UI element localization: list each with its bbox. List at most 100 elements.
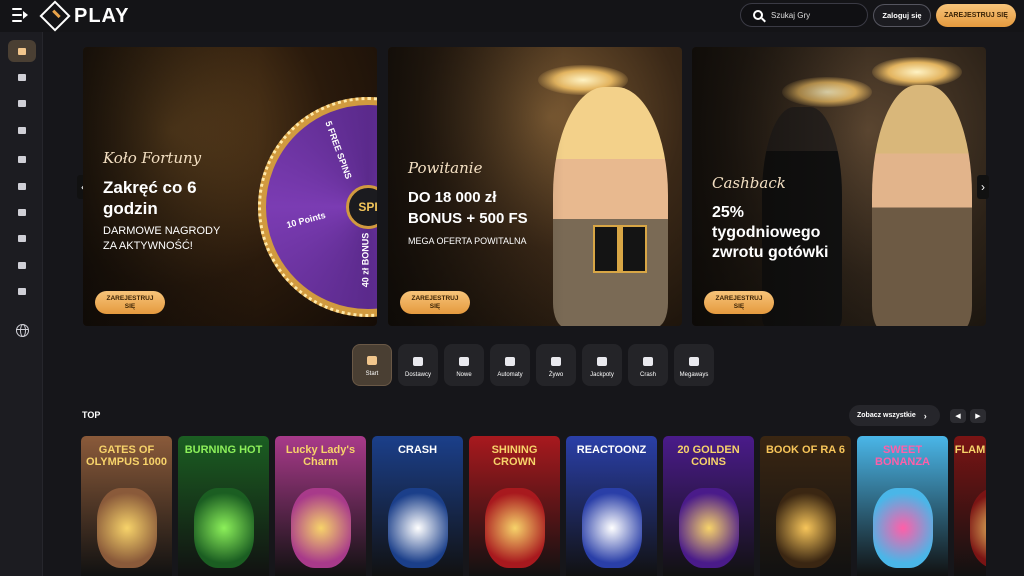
cta-line2: SIĘ xyxy=(124,303,136,310)
game-tile[interactable]: GATES OF OLYMPUS 1000 xyxy=(81,436,172,576)
game-title: GATES OF OLYMPUS 1000 xyxy=(86,444,167,468)
banner-headline-line2: BONUS + 500 FS xyxy=(408,210,528,227)
category-label: Jackpoty xyxy=(590,372,614,378)
sidebar xyxy=(0,32,43,576)
hostess-image xyxy=(553,87,668,326)
search-box[interactable] xyxy=(740,3,868,27)
cherries-icon xyxy=(505,357,515,366)
provider-icon xyxy=(413,357,423,366)
trophy-icon xyxy=(18,261,26,269)
game-artwork xyxy=(485,488,545,568)
game-tile[interactable]: BOOK OF RA 6 xyxy=(760,436,851,576)
chevron-right-icon: › xyxy=(923,410,927,421)
category-megaways[interactable]: Megaways xyxy=(674,344,714,386)
game-tile[interactable]: CRASH xyxy=(372,436,463,576)
top-header: PLAY Zaloguj się ZAREJESTRUJ SIĘ xyxy=(0,0,1024,32)
category-label: Żywo xyxy=(548,372,564,378)
cta-line1: ZAREJESTRUJ xyxy=(106,295,154,302)
carousel-prev-button[interactable]: ◀ xyxy=(950,409,966,423)
cta-line2: SIĘ xyxy=(733,303,745,310)
clover-icon xyxy=(597,357,607,366)
banner-register-button[interactable]: ZAREJESTRUJ SIĘ xyxy=(704,291,774,314)
gift-icon xyxy=(18,234,26,242)
category-label: Megaways xyxy=(679,372,709,378)
category-jackpots[interactable]: Jackpoty xyxy=(582,344,622,386)
sidebar-item-roulette[interactable] xyxy=(8,175,36,197)
game-title: Lucky Lady's Charm xyxy=(285,444,356,468)
rocket-icon xyxy=(18,73,26,81)
cards-icon xyxy=(551,357,561,366)
category-label: Start xyxy=(365,371,379,377)
banner-headline-line3: zwrotu gotówki xyxy=(712,244,829,261)
category-label: Dostawcy xyxy=(404,372,431,378)
dice-icon xyxy=(18,99,26,107)
sidebar-item-vip[interactable] xyxy=(8,201,36,223)
category-providers[interactable]: Dostawcy xyxy=(398,344,438,386)
search-icon xyxy=(753,10,763,20)
sidebar-item-wallet[interactable] xyxy=(8,280,36,302)
banner-headline-line2: tygodniowego xyxy=(712,224,821,241)
logo-mark-icon xyxy=(39,0,71,32)
category-slots[interactable]: Automaty xyxy=(490,344,530,386)
banner-next-button[interactable]: › xyxy=(977,175,989,199)
wallet-icon xyxy=(18,287,26,295)
category-label: Crash xyxy=(639,372,656,378)
game-artwork xyxy=(776,488,836,568)
banner-register-button[interactable]: ZAREJESTRUJ SIĘ xyxy=(400,291,470,314)
game-title: FLAM xyxy=(954,444,986,456)
register-button[interactable]: ZAREJESTRUJ SIĘ xyxy=(936,4,1016,27)
category-new[interactable]: Nowe xyxy=(444,344,484,386)
menu-toggle-icon[interactable] xyxy=(12,8,28,22)
sidebar-item-language[interactable] xyxy=(8,319,36,341)
category-crash[interactable]: Crash xyxy=(628,344,668,386)
slot-machine-icon xyxy=(18,155,26,163)
search-input[interactable] xyxy=(771,10,861,20)
banner-register-button[interactable]: ZAREJESTRUJ SIĘ xyxy=(95,291,165,314)
carousel-next-button[interactable]: ▶ xyxy=(970,409,986,423)
sidebar-item-home[interactable] xyxy=(8,40,36,62)
category-start[interactable]: Start xyxy=(352,344,392,386)
sidebar-item-rocket[interactable] xyxy=(8,66,36,88)
banner-headline-line2: godzin xyxy=(103,199,158,218)
banner-headline-line1: Zakręć co 6 xyxy=(103,178,197,197)
banner-script-title: Cashback xyxy=(712,174,786,192)
game-artwork xyxy=(388,488,448,568)
category-live[interactable]: Żywo xyxy=(536,344,576,386)
sidebar-item-promotions[interactable] xyxy=(8,227,36,249)
sidebar-item-live[interactable] xyxy=(8,119,36,141)
new-badge-icon xyxy=(459,357,469,366)
logo-text: PLAY xyxy=(74,4,130,27)
rocket-icon xyxy=(643,357,653,366)
megaways-icon xyxy=(689,357,699,366)
cta-line1: ZAREJESTRUJ xyxy=(411,295,459,302)
sidebar-item-dice[interactable] xyxy=(8,92,36,114)
site-logo[interactable]: PLAY xyxy=(39,0,130,32)
banner-subline-line2: ZA AKTYWNOŚĆ! xyxy=(103,240,193,252)
game-tile[interactable]: SHINING CROWN xyxy=(469,436,560,576)
game-title: SHINING CROWN xyxy=(491,444,538,468)
game-tile[interactable]: 20 GOLDEN COINS xyxy=(663,436,754,576)
game-tile[interactable]: SWEET BONANZA xyxy=(857,436,948,576)
see-all-button[interactable]: Zobacz wszystkie › xyxy=(849,405,940,426)
banner-headline-line1: DO 18 000 zł xyxy=(408,189,497,206)
game-tile[interactable]: FLAM xyxy=(954,436,986,576)
game-title: SWEET BONANZA xyxy=(875,444,930,468)
game-tile[interactable]: BURNING HOT xyxy=(178,436,269,576)
game-tile[interactable]: Lucky Lady's Charm xyxy=(275,436,366,576)
sidebar-item-slots[interactable] xyxy=(8,148,36,170)
login-button[interactable]: Zaloguj się xyxy=(873,4,931,27)
game-artwork xyxy=(873,488,933,568)
category-label: Nowe xyxy=(456,372,472,378)
sidebar-item-tournaments[interactable] xyxy=(8,254,36,276)
game-artwork xyxy=(679,488,739,568)
player-image xyxy=(872,85,972,326)
triangle-right-icon: ▶ xyxy=(975,413,981,420)
globe-icon xyxy=(15,323,29,337)
banner-subline-line1: DARMOWE NAGRODY xyxy=(103,225,221,237)
game-artwork xyxy=(194,488,254,568)
banner-welcome-bonus[interactable]: Powitanie DO 18 000 zł BONUS + 500 FS ME… xyxy=(388,47,682,326)
game-tile[interactable]: REACTOONZ xyxy=(566,436,657,576)
banner-wheel-of-fortune[interactable]: SPI 5 FREE SPINS 10 Points 40 zł BONUS K… xyxy=(83,47,377,326)
banner-cashback[interactable]: Cashback 25% tygodniowego zwrotu gotówki… xyxy=(692,47,986,326)
category-label: Automaty xyxy=(497,372,523,378)
